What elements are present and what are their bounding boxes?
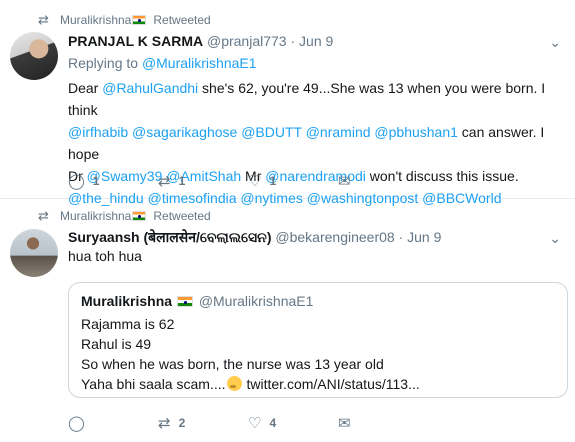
retweeted-by-name[interactable]: Muralikrishna (60, 209, 131, 223)
quoted-author-name: Muralikrishna (81, 293, 173, 309)
reply-icon: ◯ (68, 415, 85, 432)
like-count: 4 (269, 416, 277, 430)
retweet-button[interactable]: ⇄ 2 (158, 414, 248, 432)
quoted-author-handle: @MuralikrishnaE1 (198, 293, 314, 309)
tweet-date[interactable]: Jun 9 (407, 229, 441, 245)
quoted-line: Rajamma is 62 (81, 316, 175, 332)
india-flag-icon (176, 296, 193, 307)
like-button[interactable]: ♡ 4 (248, 414, 338, 432)
tweet-2[interactable]: ⇄ Muralikrishna Retweeted ⌄ Suryaansh (ब… (0, 0, 575, 442)
thinking-face-icon (227, 376, 243, 391)
quoted-tweet[interactable]: Muralikrishna @MuralikrishnaE1 Rajamma i… (68, 282, 568, 398)
tweet-body: hua toh hua (68, 245, 568, 267)
reply-button[interactable]: ◯ (68, 414, 158, 432)
retweeted-label: Retweeted (153, 209, 211, 223)
quoted-line: Rahul is 49 (81, 336, 152, 352)
avatar[interactable] (10, 229, 58, 277)
tweet-body-text: hua toh hua (68, 248, 142, 264)
quoted-line-last: Yaha bhi saala scam.... twitter.com/ANI/s… (81, 374, 555, 394)
separator-dot: · (398, 229, 404, 245)
quoted-tweet-header: Muralikrishna @MuralikrishnaE1 (81, 293, 555, 309)
envelope-icon: ✉ (338, 415, 351, 432)
quoted-link: twitter.com/ANI/status/113... (246, 376, 420, 392)
tweet-actions: ◯ ⇄ 2 ♡ 4 ✉ (68, 414, 428, 432)
retweeted-by-line: ⇄ Muralikrishna Retweeted (38, 208, 211, 224)
retweet-icon: ⇄ (158, 415, 171, 432)
quoted-tweet-body: Rajamma is 62 Rahul is 49 So when he was… (81, 314, 555, 394)
quoted-line-text: Yaha bhi saala scam.... (81, 376, 226, 392)
quoted-line: So when he was born, the nurse was 13 ye… (81, 356, 384, 372)
india-flag-icon (132, 211, 147, 221)
retweet-count: 2 (178, 416, 186, 430)
heart-icon: ♡ (248, 415, 262, 432)
retweet-icon: ⇄ (38, 208, 49, 223)
author-name[interactable]: Suryaansh (बेलालसेन/ବେଲାଲସେନ) (68, 229, 272, 245)
author-handle[interactable]: @bekarengineer08 (275, 229, 394, 245)
direct-message-button[interactable]: ✉ (338, 414, 428, 432)
